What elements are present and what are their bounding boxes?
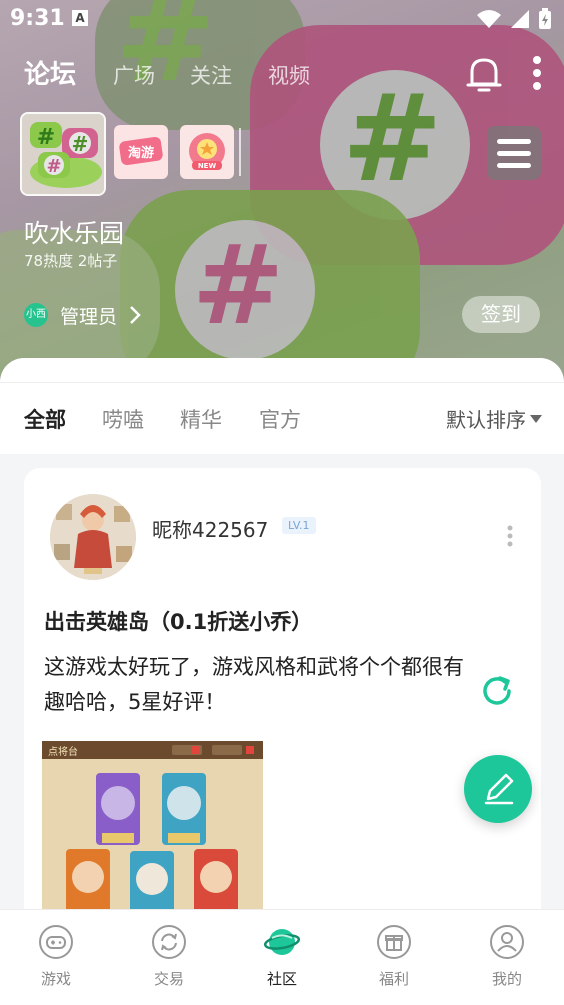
svg-text:#: # <box>72 132 89 156</box>
gift-icon <box>377 925 411 959</box>
forum-admin-link[interactable]: 小西 管理员 <box>24 300 141 330</box>
more-options-icon[interactable] <box>526 54 548 94</box>
sign-in-button[interactable]: 签到 <box>462 296 540 333</box>
nav-label: 交易 <box>153 970 184 988</box>
more-vertical-icon[interactable] <box>506 524 514 548</box>
chevron-right-icon <box>130 306 141 324</box>
nav-item-mine[interactable]: 我的 <box>467 924 547 989</box>
filter-tab-official[interactable]: 官方 <box>259 404 301 434</box>
filter-tab-chat[interactable]: 唠嗑 <box>102 404 144 434</box>
svg-text:NEW: NEW <box>198 162 217 170</box>
post-list-panel: 全部 唠嗑 精华 官方 默认排序 昵称422567 LV.1 出击英雄岛（0.1… <box>0 358 564 918</box>
divider <box>239 128 241 176</box>
tab-square[interactable]: 广场 <box>113 60 155 90</box>
tab-following[interactable]: 关注 <box>190 60 232 90</box>
taoyou-forum-icon[interactable]: 淘游 <box>114 125 168 179</box>
nav-label: 游戏 <box>40 970 71 988</box>
tab-forum[interactable]: 论坛 <box>24 54 76 91</box>
nav-item-games[interactable]: 游戏 <box>16 924 96 989</box>
signal-icon <box>511 10 529 28</box>
nav-item-trade[interactable]: 交易 <box>129 924 209 989</box>
nav-label: 福利 <box>378 970 409 988</box>
status-time: 9:31 <box>10 6 65 31</box>
forum-title: 吹水乐园 <box>24 219 125 248</box>
filter-tab-featured[interactable]: 精华 <box>180 404 222 434</box>
nav-item-welfare[interactable]: 福利 <box>354 924 434 989</box>
caret-down-icon <box>530 414 542 423</box>
pencil-icon <box>484 773 514 805</box>
level-badge: LV.1 <box>282 517 316 534</box>
svg-text:#: # <box>46 156 61 177</box>
notification-badge-icon: A <box>72 10 88 26</box>
avatar[interactable] <box>50 494 136 580</box>
forum-main-icon[interactable]: # # # <box>20 112 106 196</box>
svg-text:淘游: 淘游 <box>128 145 154 161</box>
status-bar: 9:31 A <box>0 0 564 38</box>
compose-post-button[interactable] <box>464 755 532 823</box>
sort-dropdown[interactable]: 默认排序 <box>446 404 542 433</box>
planet-icon <box>264 929 300 955</box>
svg-text:点将台: 点将台 <box>48 745 78 758</box>
bottom-nav: 游戏 交易 社区 福利 我的 <box>0 909 564 1005</box>
new-forum-icon[interactable]: NEW <box>180 125 234 179</box>
nav-item-community[interactable]: 社区 <box>242 924 322 989</box>
gamepad-icon <box>39 925 73 959</box>
post-card[interactable]: 昵称422567 LV.1 出击英雄岛（0.1折送小乔） 这游戏太好玩了，游戏风… <box>24 468 541 918</box>
post-image[interactable]: 点将台 <box>42 741 263 918</box>
sort-label: 默认排序 <box>446 408 526 432</box>
author-nickname[interactable]: 昵称422567 <box>152 514 268 543</box>
nav-label: 我的 <box>491 970 522 988</box>
user-icon <box>490 925 524 959</box>
filter-tab-all[interactable]: 全部 <box>24 404 66 434</box>
admin-label: 管理员 <box>60 305 118 328</box>
forum-menu-button[interactable] <box>487 126 541 180</box>
post-body[interactable]: 这游戏太好玩了，游戏风格和武将个个都很有趣哈哈，5星好评！ <box>44 650 474 720</box>
forum-stats: 78热度 2帖子 <box>24 252 118 270</box>
admin-avatar: 小西 <box>24 303 48 327</box>
wifi-icon <box>477 10 501 28</box>
divider <box>0 382 564 383</box>
post-title[interactable]: 出击英雄岛（0.1折送小乔） <box>44 606 312 636</box>
battery-icon <box>539 8 551 29</box>
filter-bar: 全部 唠嗑 精华 官方 默认排序 <box>0 358 564 454</box>
nav-label: 社区 <box>266 970 297 988</box>
hashtag-forum-icon: # # # <box>22 114 104 194</box>
exchange-icon <box>152 925 186 959</box>
refresh-icon[interactable] <box>478 672 516 710</box>
svg-text:#: # <box>37 125 55 150</box>
tab-video[interactable]: 视频 <box>268 60 310 90</box>
bell-icon[interactable] <box>464 54 504 94</box>
